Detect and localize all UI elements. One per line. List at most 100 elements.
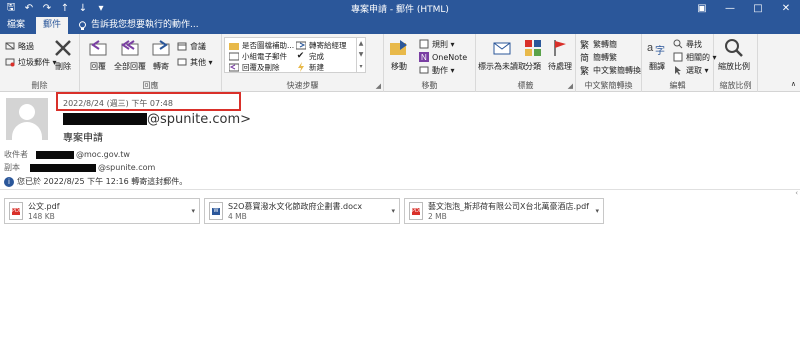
forwarded-info-bar: i 您已於 2022/8/25 下午 12:16 轉寄這封郵件。 — [4, 176, 187, 187]
junk-icon — [4, 57, 15, 68]
to-simplified-icon: 简 — [579, 53, 589, 64]
select-label: 選取 ▾ — [686, 65, 709, 75]
meeting-icon — [176, 41, 187, 52]
chinese-convert-button[interactable]: 繁 中文繁簡轉換 — [579, 64, 641, 77]
meeting-button[interactable]: 會議 — [176, 40, 206, 52]
actions-button[interactable]: 動作 ▾ — [418, 64, 455, 76]
to-domain[interactable]: @moc.gov.tw — [76, 150, 130, 159]
related-button[interactable]: 相關的 ▾ — [672, 51, 717, 63]
forward-button[interactable]: 轉寄 — [150, 37, 172, 72]
quick-steps-launcher-icon[interactable]: ◢ — [376, 82, 381, 90]
outlook-message-window: 🖫 ↶ ↷ ↑ ↓ ▾ 專案申請 - 郵件 (HTML) ▣ — □ ✕ 檔案 … — [0, 0, 800, 361]
quick-steps-group: 是否圖檔補助... 小組電子郵件 回覆及刪除 轉寄給經理 ✔ 完成 新建 ▲ ▼… — [222, 34, 384, 92]
select-button[interactable]: 選取 ▾ — [672, 64, 709, 76]
maximize-icon[interactable]: □ — [744, 0, 772, 17]
find-button[interactable]: 尋找 — [672, 38, 702, 50]
quick-step-4-label: 轉寄給經理 — [309, 40, 347, 50]
respond-group-label: 回應 — [142, 81, 159, 90]
gallery-more-icon[interactable]: ▾ — [359, 63, 362, 70]
follow-up-label: 待處理 — [548, 62, 572, 71]
sender[interactable]: @spunite.com> — [63, 111, 251, 127]
quick-step-6[interactable]: 新建 — [295, 61, 324, 73]
junk-button[interactable]: 垃圾郵件 ▾ — [4, 56, 57, 68]
quick-steps-label: 快速步驟 — [286, 81, 319, 90]
tell-me-box[interactable]: 告訴我您想要執行的動作... — [78, 17, 199, 34]
lightbulb-icon — [79, 20, 86, 30]
gallery-up-icon[interactable]: ▲ — [359, 40, 364, 47]
to-traditional-label: 繁轉簡 — [593, 39, 617, 49]
attachment-3[interactable]: PDF 藝文泡泡_斯邦荷有限公司X台北萬豪酒店.pdf 2 MB ▾ — [404, 198, 604, 224]
delete-button[interactable]: 刪除 — [52, 37, 74, 72]
minimize-icon[interactable]: — — [716, 0, 744, 17]
categorize-icon — [522, 37, 544, 59]
reply-all-button[interactable]: 全部回覆 — [114, 37, 146, 72]
respond-group: 回覆 全部回覆 轉寄 會議 其他 ▾ 回應 — [80, 34, 222, 92]
move-button[interactable]: 移動 — [388, 37, 410, 72]
editing-group: a字 翻譯 尋找 相關的 ▾ 選取 ▾ 編輯 — [642, 34, 717, 92]
cc-label: 副本 — [4, 163, 20, 172]
tab-message[interactable]: 郵件 — [36, 17, 69, 34]
tags-launcher-icon[interactable]: ◢ — [568, 82, 573, 90]
attachment-2[interactable]: W S2O慕寶潑水文化節政府企劃書.docx 4 MB ▾ — [204, 198, 400, 224]
onenote-button[interactable]: N OneNote — [418, 51, 467, 63]
gallery-down-icon[interactable]: ▼ — [359, 51, 364, 58]
translate-button[interactable]: a字 翻譯 — [646, 37, 668, 72]
zoom-group-label: 縮放比例 — [719, 81, 752, 90]
mark-unread-label: 標示為未讀取 — [478, 62, 526, 71]
expand-header-icon[interactable]: ‹ — [795, 189, 798, 197]
quick-step-3[interactable]: 回覆及刪除 — [228, 61, 280, 73]
delete-label: 刪除 — [55, 62, 71, 71]
chinese-conversion-group: 繁 繁轉簡 简 簡轉繁 繁 中文繁簡轉換 中文繁簡轉換 — [576, 34, 642, 92]
actions-label: 動作 ▾ — [432, 65, 455, 75]
attachment-dropdown-icon[interactable]: ▾ — [391, 207, 395, 215]
move-group-label: 移動 — [421, 81, 438, 90]
mark-unread-button[interactable]: 標示為未讀取 — [478, 37, 526, 72]
edit-group-label: 編輯 — [669, 81, 686, 90]
header-divider — [0, 189, 800, 190]
gallery-scroll[interactable]: ▲ ▼ ▾ — [356, 38, 365, 72]
ribbon-tab-strip: 檔案 郵件 告訴我您想要執行的動作... — [0, 17, 800, 34]
tell-me-text: 告訴我您想要執行的動作... — [91, 20, 199, 30]
ignore-button[interactable]: 略過 — [4, 40, 34, 52]
envelope-icon — [491, 37, 513, 59]
ignore-icon — [4, 41, 15, 52]
cc-domain[interactable]: @spunite.com — [98, 163, 155, 172]
select-icon — [672, 65, 683, 76]
redacted-cc — [30, 163, 96, 172]
categorize-button[interactable]: 分類 — [522, 37, 544, 72]
close-icon[interactable]: ✕ — [772, 0, 800, 17]
attachment-size: 4 MB — [228, 212, 247, 221]
attachment-dropdown-icon[interactable]: ▾ — [191, 207, 195, 215]
reply-label: 回覆 — [90, 62, 106, 71]
pdf-file-icon: PDF — [409, 202, 423, 220]
to-simplified-button[interactable]: 简 簡轉繁 — [579, 51, 617, 64]
more-respond-icon — [176, 57, 187, 68]
junk-label: 垃圾郵件 ▾ — [18, 57, 57, 67]
zoom-label: 縮放比例 — [718, 62, 750, 71]
meeting-label: 會議 — [190, 41, 206, 51]
lightning-icon — [295, 62, 306, 73]
reply-button[interactable]: 回覆 — [87, 37, 109, 72]
tags-group: 標示為未讀取 分類 待處理 標籤 ◢ — [476, 34, 576, 92]
forward-label: 轉寄 — [153, 62, 169, 71]
ribbon-display-options-icon[interactable]: ▣ — [688, 0, 716, 17]
tab-file[interactable]: 檔案 — [0, 17, 32, 34]
follow-up-button[interactable]: 待處理 — [548, 37, 572, 72]
more-respond-button[interactable]: 其他 ▾ — [176, 56, 213, 68]
svg-text:a: a — [647, 42, 654, 54]
pdf-file-icon: PDF — [9, 202, 23, 220]
zoom-button[interactable]: 縮放比例 — [718, 37, 750, 72]
to-traditional-button[interactable]: 繁 繁轉簡 — [579, 38, 617, 51]
quick-step-2-label: 小組電子郵件 — [242, 51, 287, 61]
avatar — [6, 98, 48, 140]
collapse-ribbon-icon[interactable]: ∧ — [791, 78, 796, 90]
actions-icon — [418, 65, 429, 76]
onenote-label: OneNote — [432, 52, 468, 62]
find-icon — [672, 39, 683, 50]
attachment-1[interactable]: PDF 公文.pdf 148 KB ▾ — [4, 198, 200, 224]
attachment-dropdown-icon[interactable]: ▾ — [595, 207, 599, 215]
to-simplified-label: 簡轉繁 — [593, 52, 617, 62]
rules-button[interactable]: 規則 ▾ — [418, 38, 455, 50]
reply-all-label: 全部回覆 — [114, 62, 146, 71]
quick-step-1-label: 是否圖檔補助... — [242, 40, 295, 50]
